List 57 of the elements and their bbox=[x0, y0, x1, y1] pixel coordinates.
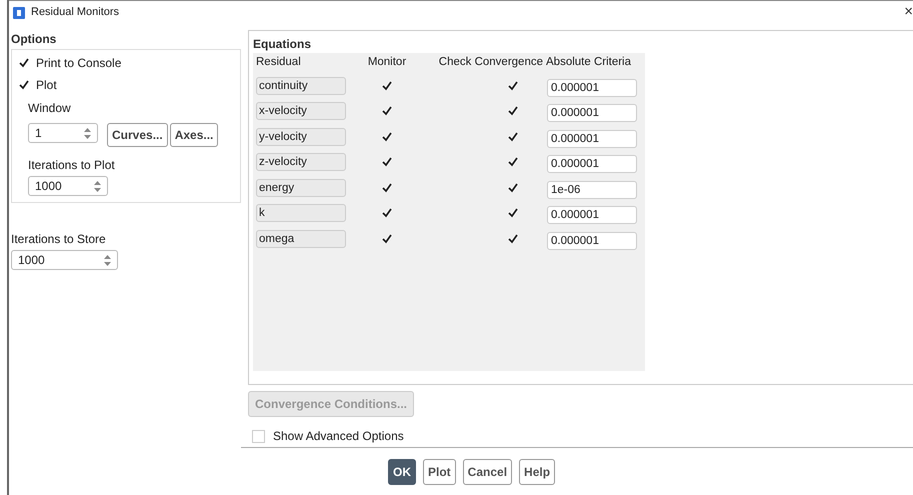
criteria-field[interactable]: 0.000001 bbox=[547, 206, 637, 224]
column-header: Monitor bbox=[366, 55, 408, 70]
column-header: Residual bbox=[256, 55, 302, 70]
residual-field: z-velocity bbox=[256, 153, 346, 172]
residual-field: k bbox=[256, 204, 346, 222]
criteria-field[interactable]: 0.000001 bbox=[547, 130, 637, 148]
button[interactable]: OK bbox=[388, 458, 416, 484]
checkbox[interactable] bbox=[18, 79, 30, 91]
checkbox[interactable] bbox=[507, 182, 519, 194]
checkbox[interactable] bbox=[507, 232, 519, 245]
column-header: Check Convergence bbox=[438, 55, 543, 70]
checkbox[interactable] bbox=[381, 232, 393, 245]
checkbox[interactable] bbox=[507, 130, 519, 143]
checkbox[interactable] bbox=[381, 80, 393, 92]
spinner-field[interactable]: 1000 bbox=[11, 250, 118, 270]
column-header: Absolute Criteria bbox=[546, 55, 632, 70]
window-title: Residual Monitors bbox=[31, 5, 120, 20]
checkbox-label: Print to Console bbox=[36, 55, 122, 72]
checkbox[interactable] bbox=[381, 130, 393, 143]
checkbox-label: Plot bbox=[36, 77, 57, 94]
criteria-field[interactable]: 0.000001 bbox=[547, 104, 637, 122]
checkbox[interactable] bbox=[507, 207, 519, 220]
section-title: Options bbox=[11, 31, 58, 48]
residual-field: x-velocity bbox=[256, 102, 346, 120]
button[interactable]: Axes... bbox=[170, 123, 218, 147]
checkbox-label: Show Advanced Options bbox=[273, 428, 404, 445]
criteria-field[interactable]: 0.000001 bbox=[547, 155, 637, 174]
field-label: Iterations to Plot bbox=[28, 157, 116, 174]
field-label: Iterations to Store bbox=[11, 231, 107, 248]
checkbox[interactable] bbox=[381, 156, 393, 168]
residual-field: omega bbox=[256, 230, 346, 248]
residual-field: continuity bbox=[256, 76, 346, 95]
button[interactable]: Curves... bbox=[107, 123, 168, 147]
spinner-arrows-icon bbox=[104, 254, 111, 266]
checkbox[interactable] bbox=[507, 156, 519, 168]
button[interactable]: Plot bbox=[423, 458, 456, 484]
checkbox[interactable] bbox=[507, 80, 519, 92]
app-icon bbox=[13, 6, 25, 18]
spinner-field[interactable]: 1000 bbox=[28, 176, 108, 196]
spinner-arrows-icon bbox=[94, 180, 101, 192]
close-button[interactable]: × bbox=[904, 1, 913, 24]
checkbox[interactable] bbox=[507, 105, 519, 118]
criteria-field[interactable]: 0.000001 bbox=[547, 232, 637, 250]
residual-field: y-velocity bbox=[256, 128, 346, 146]
section-title: Equations bbox=[253, 36, 312, 53]
criteria-field[interactable]: 1e-06 bbox=[547, 180, 637, 199]
button[interactable]: Help bbox=[519, 458, 556, 484]
checkbox[interactable] bbox=[381, 207, 393, 220]
spinner-arrows-icon bbox=[84, 128, 91, 138]
spinner-field[interactable]: 1 bbox=[28, 123, 98, 143]
checkbox[interactable] bbox=[18, 57, 30, 69]
button[interactable]: Cancel bbox=[462, 458, 512, 484]
field-label: Window bbox=[28, 100, 72, 117]
criteria-field[interactable]: 0.000001 bbox=[547, 78, 637, 97]
residual-field: energy bbox=[256, 178, 346, 197]
checkbox[interactable] bbox=[381, 182, 393, 194]
checkbox[interactable] bbox=[381, 105, 393, 118]
